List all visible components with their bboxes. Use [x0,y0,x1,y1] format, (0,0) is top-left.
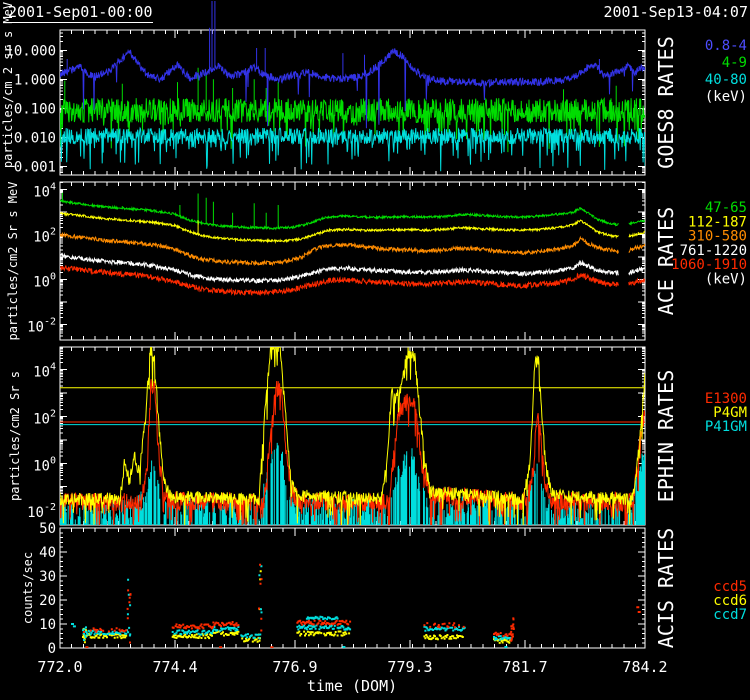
spikes-47-65 [62,193,278,228]
panel-ephin-rates: 104 102 100 10-2 EPHIN RATES particles/cm2 Sr… [8,341,747,541]
legend-acis-rates: ccd5ccd6ccd7 [713,579,747,623]
x-tick-label: 772.0 [37,658,82,676]
y-axis-label-ephin-rates: particles/cm2 Sr s [8,371,22,501]
legend-goes8-rates: 0.8-44-940-80(keV) [705,38,747,105]
y-axis-label-goes8-rates: particles/cm 2 sr s MeV [1,2,15,168]
y-tick-label: 30 [39,569,56,585]
x-tick-label: 776.9 [272,658,317,676]
legend-item-4-9: 4-9 [722,55,747,71]
y-tick-label: 0.100 [14,101,56,117]
legend-item-p41gm: P41GM [705,419,747,435]
panel-frame [60,528,645,648]
tick-marks [60,182,645,340]
y-tick-label: 104 [33,362,56,381]
panel-acis-rates: 0 10 20 30 40 50 ACIS RATES counts/sec ccd5ccd6c… [21,521,747,657]
scatter-dots-ffff00 [82,570,511,644]
axes-ace-rates [60,182,645,340]
series-group [60,193,645,295]
y-tick-label: 50 [39,521,56,537]
y-tick-label: 0 [48,641,56,657]
y-tick-label: 100 [33,455,56,474]
series-112-187 [60,213,645,242]
legend-item-kev: (keV) [705,272,747,288]
x-tick-label: 779.3 [387,658,432,676]
legend-item-ccd7: ccd7 [713,607,747,623]
y-tick-label: 104 [33,181,56,200]
series-group [60,1,645,171]
x-tick-label: 781.7 [503,658,548,676]
y-tick-label: 40 [39,545,56,561]
end-date-label: 2001-Sep13-04:07 [604,3,749,21]
series-group [71,564,641,649]
y-tick-label: 10 [39,617,56,633]
y-axis-label-ace-rates: particles/cm2 Sr s MeV [6,182,20,341]
y-tick-label: 0.010 [14,130,56,146]
panel-title-goes8-rates: GOES8 RATES [654,36,678,168]
panel-frame [60,182,645,340]
series-310-580 [60,233,645,265]
y-tick-label: 1.000 [14,72,56,88]
timeseries-chart: 10.0001.0000.1000.0100.001GOES8 RATESpar… [0,0,750,700]
axes-acis-rates [60,528,645,648]
start-date-label: 2001-Sep01-00:00 [8,3,153,23]
y-tick-label: 0.001 [14,159,56,175]
y-tick-labels: 104 102 100 10-2 [27,181,56,335]
screen: 10.0001.0000.1000.0100.001GOES8 RATESpar… [0,0,750,700]
series-group [60,341,645,541]
y-tick-label: 10-2 [27,502,56,521]
y-tick-label: 100 [33,271,56,290]
panel-goes8-rates: 10.0001.0000.1000.0100.001GOES8 RATESpar… [1,1,747,175]
y-tick-label: 102 [33,409,56,428]
legend-ace-rates: 47-65112-187310-580761-12201060-1910(keV… [671,200,747,288]
y-tick-label: 20 [39,593,56,609]
y-tick-label: 10-2 [27,316,56,335]
series-40-80 [60,128,645,171]
panel-title-acis-rates: ACIS RATES [654,528,678,648]
tick-marks [60,528,645,648]
series-47-65 [60,200,645,229]
y-tick-label: 102 [33,226,56,245]
scatter-dots-ff2a00 [83,564,641,649]
y-axis-label-acis-rates: counts/sec [21,552,35,624]
legend-item-40-80: 40-80 [705,72,747,88]
y-tick-labels: 104 102 100 10-2 [27,362,56,521]
legend-item-0-8-4: 0.8-4 [705,38,747,54]
x-tick-label: 784.2 [622,658,667,676]
panel-title-ephin-rates: EPHIN RATES [654,370,678,502]
legend-ephin-rates: E1300P4GMP41GM [705,391,747,435]
legend-item-kev: (keV) [705,89,747,105]
x-axis-title: time (DOM) [262,677,442,695]
y-tick-labels: 0 10 20 30 40 50 [39,521,56,657]
x-tick-label: 774.4 [153,658,198,676]
panel-ace-rates: 10410210010-2ACE RATESparticles/cm2 Sr s… [6,181,747,340]
x-tick-labels: 772.0 774.4 776.9 779.3 781.7 784.2 [37,658,667,676]
